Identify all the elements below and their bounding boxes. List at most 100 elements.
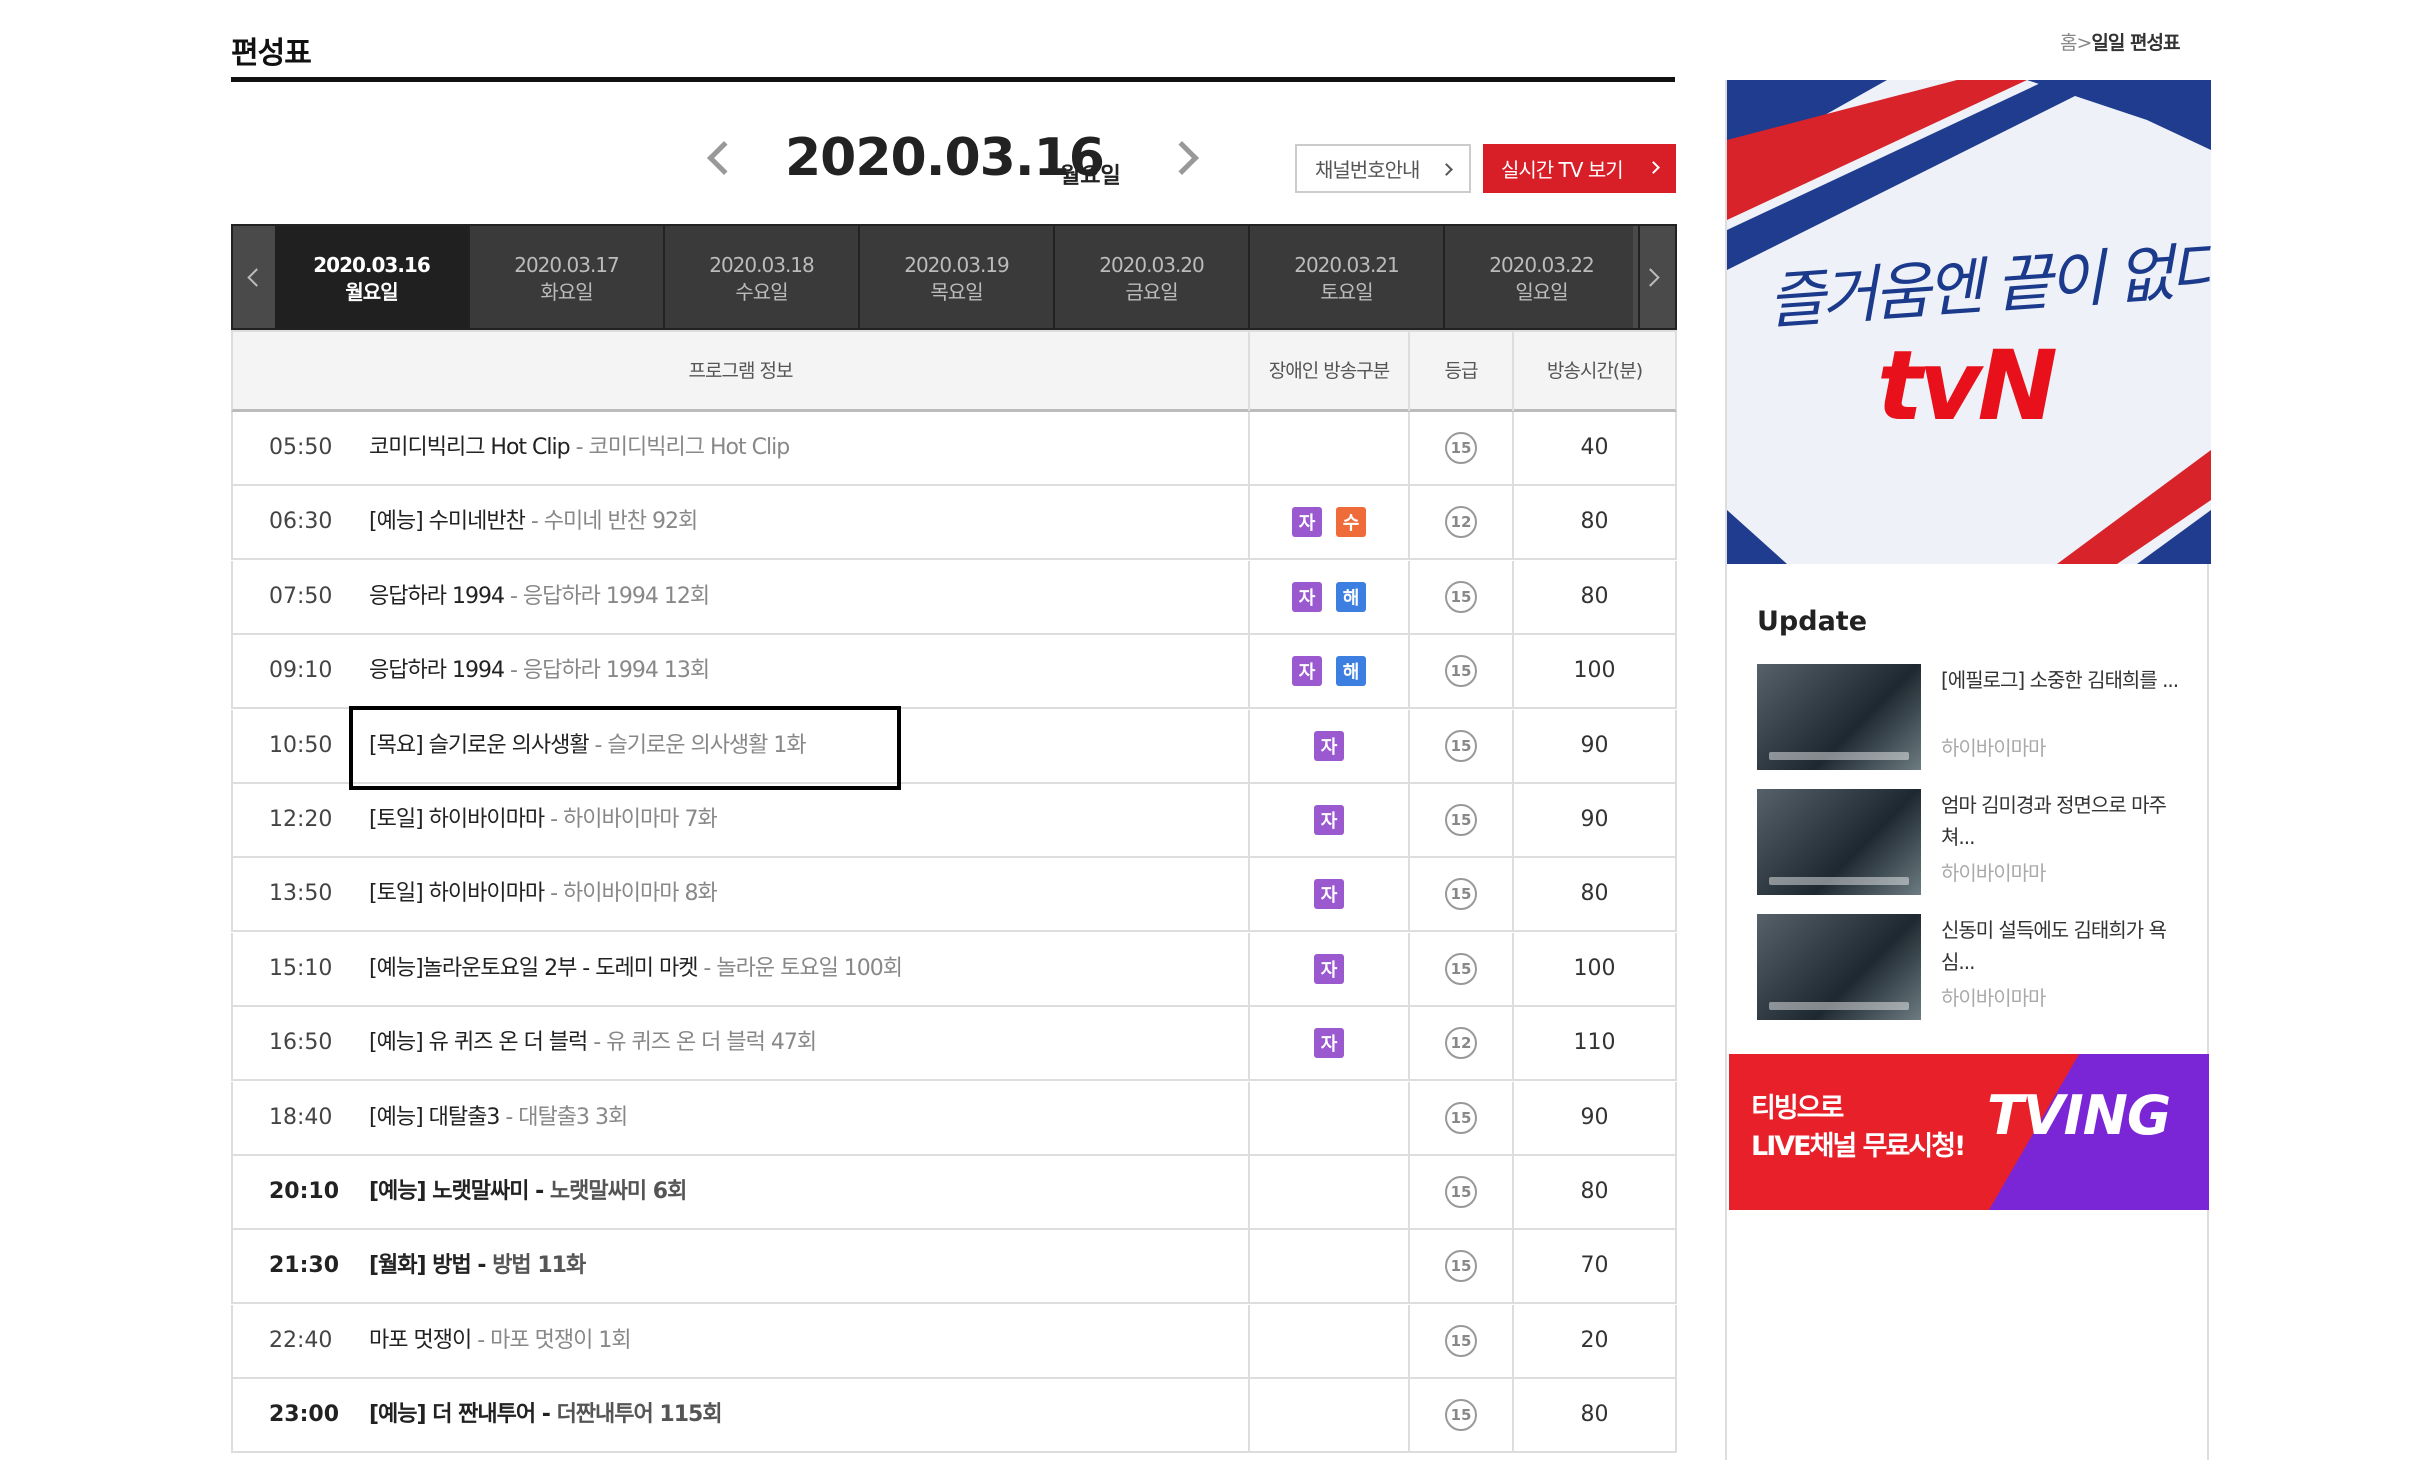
program-info[interactable]: [토일] 하이바이마마 - 하이바이마마 8화 xyxy=(369,858,718,930)
program-name[interactable]: [예능] 더 짠내투어 xyxy=(369,1402,536,1427)
tab-date: 2020.03.20 xyxy=(1099,253,1205,277)
channel-number-guide-button[interactable]: 채널번호안내 xyxy=(1295,144,1471,193)
tabs-prev-arrow-icon[interactable] xyxy=(233,226,275,328)
tving-banner[interactable]: 티빙으로 LIVE채널 무료시청! TVING xyxy=(1729,1054,2209,1210)
program-cell: 18:40 [예능] 대탈출3 - 대탈출3 3회 xyxy=(233,1082,1250,1154)
program-info[interactable]: [목요] 슬기로운 의사생활 - 슬기로운 의사생활 1화 xyxy=(369,710,807,782)
program-name[interactable]: [토일] 하이바이마마 xyxy=(369,807,545,832)
breadcrumb: 홈>일일 편성표 xyxy=(2060,28,2180,55)
table-row[interactable]: 13:50 [토일] 하이바이마마 - 하이바이마마 8화 자 15 80 xyxy=(231,858,1677,932)
breadcrumb-home[interactable]: 홈 xyxy=(2060,32,2078,54)
update-thumbnail[interactable] xyxy=(1757,664,1921,770)
tab-2020.03.18[interactable]: 2020.03.18 수요일 xyxy=(665,226,860,328)
episode-title: 대탈출3 3회 xyxy=(518,1105,628,1130)
tab-2020.03.19[interactable]: 2020.03.19 목요일 xyxy=(860,226,1055,328)
update-thumbnail[interactable] xyxy=(1757,789,1921,895)
age-rating-icon: 15 xyxy=(1445,581,1477,613)
schedule-table-header: 프로그램 정보 장애인 방송구분 등급 방송시간(분) xyxy=(231,330,1677,412)
prev-date-arrow-icon[interactable] xyxy=(707,141,741,175)
program-info[interactable]: [예능] 더 짠내투어 - 더짠내투어 115회 xyxy=(369,1379,723,1451)
air-time: 18:40 xyxy=(269,1105,333,1130)
program-name[interactable]: 코미디빅리그 Hot Clip xyxy=(369,435,571,460)
update-thumbnail[interactable] xyxy=(1757,914,1921,1020)
tab-date: 2020.03.21 xyxy=(1294,253,1400,277)
duration-cell: 80 xyxy=(1580,881,1609,906)
table-row[interactable]: 10:50 [목요] 슬기로운 의사생활 - 슬기로운 의사생활 1화 자 15 90 xyxy=(231,710,1677,784)
program-info[interactable]: [토일] 하이바이마마 - 하이바이마마 7화 xyxy=(369,784,718,856)
update-item-title[interactable]: 엄마 김미경과 정면으로 마주쳐... xyxy=(1941,789,2191,853)
update-item[interactable]: 신동미 설득에도 김태희가 욕심... 하이바이마마 xyxy=(1757,914,2197,1020)
tab-2020.03.22[interactable]: 2020.03.22 일요일 xyxy=(1445,226,1640,328)
air-time: 13:50 xyxy=(269,881,333,906)
program-name[interactable]: [예능] 노랫말싸미 xyxy=(369,1179,529,1204)
accessibility-cell: 자해 xyxy=(1250,635,1410,707)
duration-cell: 80 xyxy=(1580,1179,1609,1204)
episode-title: 놀라운 토요일 100회 xyxy=(716,956,903,981)
tab-day: 목요일 xyxy=(930,280,983,304)
update-item-title[interactable]: 신동미 설득에도 김태희가 욕심... xyxy=(1941,914,2191,978)
program-info[interactable]: [예능] 노랫말싸미 - 노랫말싸미 6회 xyxy=(369,1156,687,1228)
program-name[interactable]: 응답하라 1994 xyxy=(369,584,505,609)
next-date-arrow-icon[interactable] xyxy=(1165,141,1199,175)
table-row[interactable]: 23:00 [예능] 더 짠내투어 - 더짠내투어 115회 15 80 xyxy=(231,1379,1677,1453)
program-info[interactable]: [월화] 방법 - 방법 11화 xyxy=(369,1230,586,1302)
program-name[interactable]: 응답하라 1994 xyxy=(369,658,505,683)
program-cell: 16:50 [예능] 유 퀴즈 온 더 블럭 - 유 퀴즈 온 더 블럭 47회 xyxy=(233,1007,1250,1079)
program-separator: - xyxy=(524,509,544,534)
update-item-title[interactable]: [에필로그] 소중한 김태희를 ... xyxy=(1941,664,2191,696)
tab-2020.03.16[interactable]: 2020.03.16 월요일 xyxy=(275,226,470,328)
program-info[interactable]: [예능] 수미네반찬 - 수미네 반찬 92회 xyxy=(369,486,698,558)
program-cell: 21:30 [월화] 방법 - 방법 11화 xyxy=(233,1230,1250,1302)
table-row[interactable]: 15:10 [예능]놀라운토요일 2부 - 도레미 마켓 - 놀라운 토요일 10… xyxy=(231,933,1677,1007)
accessibility-cell: 자수 xyxy=(1250,486,1410,558)
tab-2020.03.20[interactable]: 2020.03.20 금요일 xyxy=(1055,226,1250,328)
table-row[interactable]: 09:10 응답하라 1994 - 응답하라 1994 13회 자 해 15 100 xyxy=(231,635,1677,709)
live-tv-label: 실시간 TV 보기 xyxy=(1501,158,1624,182)
table-row[interactable]: 16:50 [예능] 유 퀴즈 온 더 블럭 - 유 퀴즈 온 더 블럭 47회 자… xyxy=(231,1007,1677,1081)
duration-cell: 90 xyxy=(1580,733,1609,758)
program-info[interactable]: 코미디빅리그 Hot Clip - 코미디빅리그 Hot Clip xyxy=(369,412,790,484)
episode-title: 응답하라 1994 13회 xyxy=(522,658,710,683)
table-row[interactable]: 22:40 마포 멋쟁이 - 마포 멋쟁이 1회 15 20 xyxy=(231,1305,1677,1379)
tab-day: 금요일 xyxy=(1125,280,1178,304)
program-name[interactable]: [예능] 유 퀴즈 온 더 블럭 xyxy=(369,1030,588,1055)
program-name[interactable]: [예능] 대탈출3 xyxy=(369,1105,500,1130)
age-rating-icon: 15 xyxy=(1445,878,1477,910)
program-name[interactable]: [목요] 슬기로운 의사생활 xyxy=(369,733,590,758)
table-row[interactable]: 12:20 [토일] 하이바이마마 - 하이바이마마 7화 자 15 90 xyxy=(231,784,1677,858)
program-info[interactable]: 마포 멋쟁이 - 마포 멋쟁이 1회 xyxy=(369,1305,632,1377)
table-row[interactable]: 07:50 응답하라 1994 - 응답하라 1994 12회 자 해 15 80 xyxy=(231,561,1677,635)
program-name[interactable]: [예능]놀라운토요일 2부 - 도레미 마켓 xyxy=(369,956,698,981)
air-time: 09:10 xyxy=(269,658,333,683)
tving-logo: TVING xyxy=(1987,1084,2171,1147)
program-info[interactable]: [예능]놀라운토요일 2부 - 도레미 마켓 - 놀라운 토요일 100회 xyxy=(369,933,903,1005)
program-info[interactable]: [예능] 대탈출3 - 대탈출3 3회 xyxy=(369,1082,628,1154)
grade-cell: 15 xyxy=(1410,412,1514,484)
table-row[interactable]: 06:30 [예능] 수미네반찬 - 수미네 반찬 92회 자 수 12 80 xyxy=(231,486,1677,560)
accessibility-badge: 자 xyxy=(1314,731,1344,761)
program-info[interactable]: 응답하라 1994 - 응답하라 1994 13회 xyxy=(369,635,710,707)
live-tv-button[interactable]: 실시간 TV 보기 xyxy=(1483,144,1676,193)
program-name[interactable]: [예능] 수미네반찬 xyxy=(369,509,526,534)
current-day: 월요일 xyxy=(1060,164,1121,189)
table-row[interactable]: 21:30 [월화] 방법 - 방법 11화 15 70 xyxy=(231,1230,1677,1304)
update-item[interactable]: [에필로그] 소중한 김태희를 ... 하이바이마마 xyxy=(1757,664,2197,770)
update-item-program: 하이바이마마 xyxy=(1941,736,2046,760)
table-row[interactable]: 05:50 코미디빅리그 Hot Clip - 코미디빅리그 Hot Clip 15… xyxy=(231,412,1677,486)
table-row[interactable]: 18:40 [예능] 대탈출3 - 대탈출3 3회 15 90 xyxy=(231,1082,1677,1156)
duration-cell: 80 xyxy=(1580,509,1609,534)
accessibility-cell xyxy=(1250,1230,1410,1302)
program-name[interactable]: [토일] 하이바이마마 xyxy=(369,881,545,906)
tvn-promo-banner[interactable]: 즐거움엔 끝이 없다 tvN xyxy=(1727,80,2211,564)
program-name[interactable]: [월화] 방법 xyxy=(369,1253,472,1278)
tab-2020.03.21[interactable]: 2020.03.21 토요일 xyxy=(1250,226,1445,328)
accessibility-badge: 자 xyxy=(1314,879,1344,909)
program-info[interactable]: [예능] 유 퀴즈 온 더 블럭 - 유 퀴즈 온 더 블럭 47회 xyxy=(369,1007,817,1079)
program-name[interactable]: 마포 멋쟁이 xyxy=(369,1328,472,1353)
program-info[interactable]: 응답하라 1994 - 응답하라 1994 12회 xyxy=(369,561,710,633)
update-item[interactable]: 엄마 김미경과 정면으로 마주쳐... 하이바이마마 xyxy=(1757,789,2197,895)
accessibility-cell: 자 xyxy=(1250,784,1410,856)
tab-2020.03.17[interactable]: 2020.03.17 화요일 xyxy=(470,226,665,328)
table-row[interactable]: 20:10 [예능] 노랫말싸미 - 노랫말싸미 6회 15 80 xyxy=(231,1156,1677,1230)
duration-cell: 100 xyxy=(1573,956,1616,981)
